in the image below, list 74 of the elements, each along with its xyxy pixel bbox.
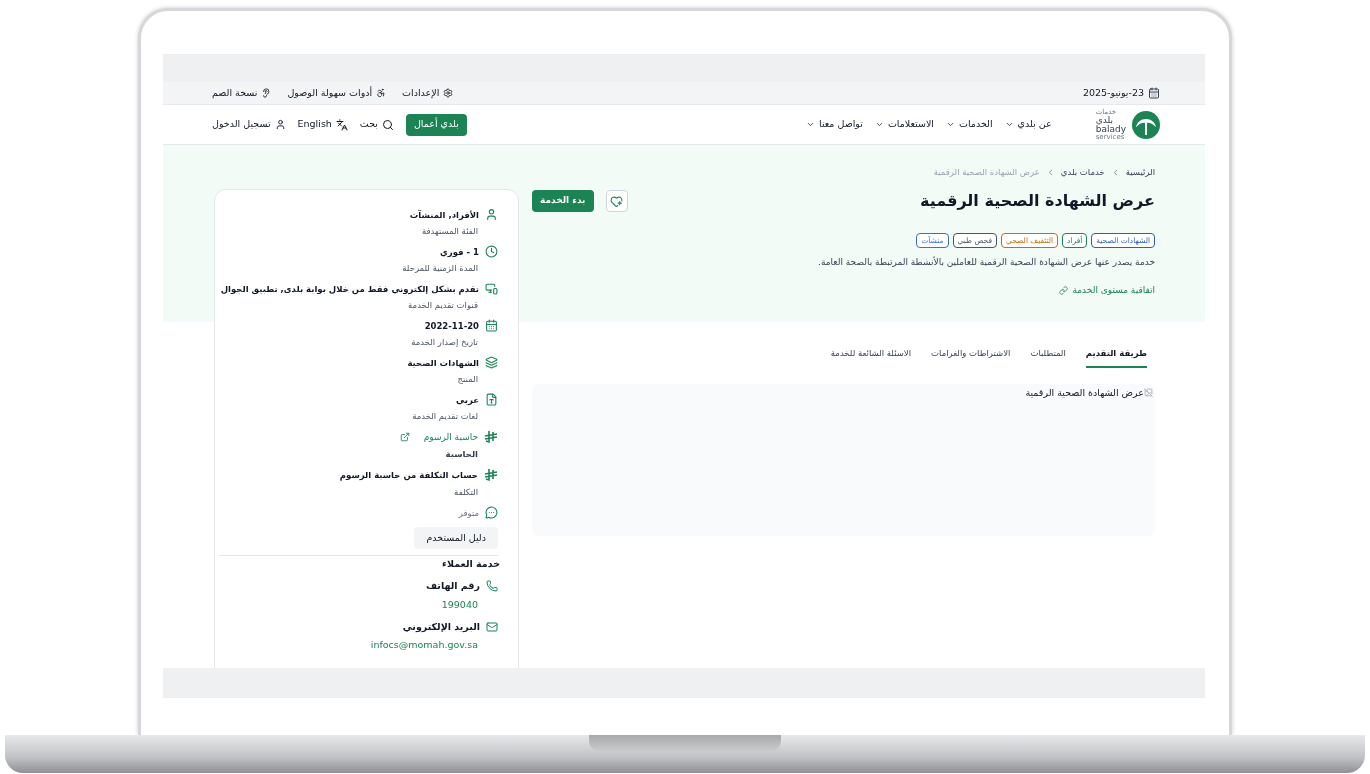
heart-plus-icon [610, 194, 623, 208]
monitor-phone-icon [485, 282, 498, 295]
info-label: المنتج [457, 373, 479, 385]
stack-icon [485, 356, 498, 369]
current-date: 23-يونيو-2025 [1082, 85, 1144, 100]
user-icon [485, 208, 498, 221]
phone-icon [486, 580, 498, 593]
nav-menu-item[interactable]: الاستعلامات [874, 117, 934, 132]
chevron-down-icon [945, 120, 955, 129]
info-value: 1 - فوري [440, 245, 479, 258]
logo-arabic-text: بلدي [1095, 115, 1113, 125]
info-label: قنوات تقديم الخدمة [408, 299, 479, 311]
login-button[interactable]: تسجيل الدخول [212, 117, 286, 132]
service-description: خدمة يصدر عنها عرض الشهادة الصحية الرقمية للعاملين بالأنشطة المرتبطة بالصحة العامة. [818, 256, 1155, 269]
calendar-icon [485, 319, 498, 332]
breadcrumb-link[interactable]: خدمات بلدي [1060, 165, 1105, 179]
contact-value: infocs@momah.gov.sa [370, 638, 478, 652]
favorite-button[interactable] [605, 190, 628, 212]
chevron-down-icon [874, 120, 884, 129]
info-label: لغات تقديم الخدمة [412, 410, 479, 422]
contact-value: 199040 [441, 597, 478, 612]
info-value: تقدم بشكل إلكتروني فقط من خلال بوابة بلدى, تطبيق الجوال [220, 282, 479, 295]
tab[interactable]: المتطلبات [1030, 347, 1066, 368]
tab[interactable]: الاسئلة الشائعة للخدمة [830, 347, 912, 368]
nav-menu-item[interactable]: تواصل معنا [806, 117, 863, 132]
info-value: 2022-11-20 [424, 319, 479, 332]
chevron-down-icon [1004, 120, 1014, 129]
contact-label: البريد الإلكتروني [402, 619, 480, 634]
broken-image-icon [1144, 388, 1153, 398]
external-link-icon [399, 432, 410, 442]
user-guide-button[interactable]: دليل المستخدم [414, 527, 498, 549]
info-value: حساب التكلفة من حاسبة الرسوم [339, 469, 478, 481]
ear-icon [261, 88, 272, 98]
search-button[interactable]: بحث [359, 117, 394, 132]
language-button[interactable]: English [297, 117, 348, 132]
palm-logo-icon [1132, 110, 1160, 139]
accessibility-icon [376, 88, 387, 98]
info-label: تاريخ إصدار الخدمة [411, 336, 479, 348]
page-title: عرض الشهادة الصحية الرقمية [919, 190, 1155, 212]
fee-calculator-link[interactable]: حاسبة الرسوم [423, 431, 478, 443]
info-label: المدة الزمنية للمرحلة [402, 262, 479, 274]
utility-link[interactable]: نسخة الصم [212, 85, 272, 101]
contact-label: رقم الهاتف [426, 579, 480, 594]
chat-icon [485, 506, 498, 519]
business-button[interactable]: بلدي أعمال [405, 113, 467, 136]
image-alt-text: عرض الشهادة الصحية الرقمية [1025, 385, 1144, 400]
info-label: التكلفة [454, 486, 479, 498]
tab[interactable]: الاشتراطات والغرامات [931, 347, 1011, 368]
mail-icon [486, 620, 498, 633]
search-icon [381, 118, 394, 131]
user-icon [274, 119, 286, 130]
settings-icon [443, 88, 454, 98]
info-label: الفئة المستهدفة [421, 225, 479, 237]
info-label: الحاسبة [445, 448, 479, 460]
start-service-button[interactable]: بدء الخدمة [532, 190, 594, 212]
customer-service-heading: خدمة العملاء [442, 557, 500, 571]
document-icon [485, 393, 498, 406]
chevron-down-icon [806, 120, 815, 129]
utility-link[interactable]: الإعدادات [402, 85, 454, 101]
info-value: الأفراد, المنشآت [409, 208, 479, 221]
link-icon [1059, 285, 1069, 295]
sla-link[interactable]: اتفاقية مستوى الخدمة [1059, 283, 1155, 297]
tab[interactable]: طريقة التقديم [1085, 347, 1147, 368]
utility-link[interactable]: أدوات سهولة الوصول [287, 85, 387, 101]
clock-icon [485, 245, 498, 258]
availability-status: متوفر [458, 506, 479, 519]
info-value: عربي [456, 393, 479, 406]
calendar-icon [1148, 87, 1160, 99]
nav-menu-item[interactable]: عن بلدي [1004, 117, 1052, 132]
breadcrumb-link[interactable]: الرئيسية [1125, 165, 1155, 179]
info-value: الشهادات الصحية [407, 356, 479, 369]
nav-menu-item[interactable]: الخدمات [945, 117, 993, 132]
logo-latin-text: balady [1095, 124, 1126, 134]
language-icon [335, 118, 348, 131]
